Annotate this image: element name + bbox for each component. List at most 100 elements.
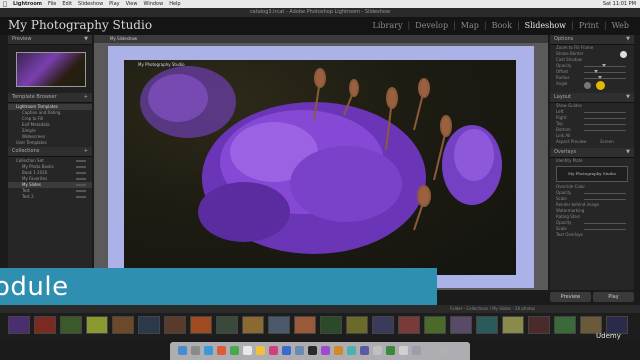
aspect-value[interactable]: Screen bbox=[600, 139, 614, 144]
module-map[interactable]: Map bbox=[458, 21, 482, 30]
slider-knob[interactable] bbox=[602, 64, 606, 67]
filmstrip-thumbnail[interactable] bbox=[86, 316, 108, 334]
calendar-icon[interactable] bbox=[243, 346, 252, 355]
play-button[interactable]: Play bbox=[593, 292, 634, 302]
module-develop[interactable]: Develop bbox=[412, 21, 451, 30]
music-icon[interactable] bbox=[269, 346, 278, 355]
cursor-highlight-icon bbox=[596, 81, 605, 90]
aspect-row[interactable]: Aspect Preview Screen bbox=[550, 139, 634, 145]
finder-icon[interactable] bbox=[178, 346, 187, 355]
notes-icon[interactable] bbox=[256, 346, 265, 355]
identity-plate-preview[interactable]: My Photography Studio bbox=[556, 166, 628, 182]
slider-track[interactable] bbox=[584, 199, 626, 200]
app-icon[interactable] bbox=[360, 346, 369, 355]
slider-track[interactable] bbox=[584, 130, 626, 131]
module-slideshow[interactable]: Slideshow bbox=[522, 21, 569, 30]
slider-track[interactable] bbox=[584, 118, 626, 119]
slider-track[interactable] bbox=[584, 193, 626, 194]
preview-header[interactable]: Preview ▼ bbox=[8, 35, 92, 45]
menu-slideshow[interactable]: Slideshow bbox=[75, 1, 106, 7]
filmstrip-thumbnail[interactable] bbox=[554, 316, 576, 334]
overlays-header[interactable]: Overlays ▼ bbox=[550, 148, 634, 158]
filmstrip-thumbnail[interactable] bbox=[398, 316, 420, 334]
collections-header[interactable]: Collections + bbox=[8, 147, 92, 157]
premiere-icon[interactable] bbox=[321, 346, 330, 355]
filmstrip-thumbnail[interactable] bbox=[34, 316, 56, 334]
app-icon[interactable] bbox=[386, 346, 395, 355]
slider-track[interactable] bbox=[584, 72, 626, 73]
filmstrip-thumbnail[interactable] bbox=[216, 316, 238, 334]
filmstrip-thumbnail[interactable] bbox=[502, 316, 524, 334]
menu-help[interactable]: Help bbox=[166, 1, 183, 7]
slider-track[interactable] bbox=[584, 229, 626, 230]
slider-knob[interactable] bbox=[598, 76, 602, 79]
terminal-icon[interactable] bbox=[308, 346, 317, 355]
menu-play[interactable]: Play bbox=[106, 1, 122, 7]
filmstrip-thumbnail[interactable] bbox=[60, 316, 82, 334]
chrome-icon[interactable] bbox=[217, 346, 226, 355]
filmstrip-thumbnail[interactable] bbox=[528, 316, 550, 334]
apple-menu-icon[interactable]:  bbox=[0, 1, 10, 8]
lightroom-icon[interactable] bbox=[295, 346, 304, 355]
angle-row[interactable]: Angle bbox=[550, 81, 634, 90]
filmstrip-thumbnail[interactable] bbox=[320, 316, 342, 334]
menu-app-name[interactable]: Lightroom bbox=[10, 1, 45, 7]
template-folder-user[interactable]: User Templates bbox=[8, 140, 92, 146]
messages-icon[interactable] bbox=[230, 346, 239, 355]
preview-button[interactable]: Preview bbox=[550, 292, 591, 302]
menu-view[interactable]: View bbox=[123, 1, 141, 7]
launchpad-icon[interactable] bbox=[191, 346, 200, 355]
module-library[interactable]: Library bbox=[370, 21, 406, 30]
menu-file[interactable]: File bbox=[45, 1, 59, 7]
collapse-triangle-icon[interactable]: ▼ bbox=[84, 35, 88, 44]
layout-header[interactable]: Layout ▼ bbox=[550, 93, 634, 103]
filmstrip-thumbnail[interactable] bbox=[450, 316, 472, 334]
filmstrip-status[interactable]: Folder - Collections / My Slides - 26 ph… bbox=[450, 306, 535, 311]
menu-window[interactable]: Window bbox=[140, 1, 166, 7]
option-label: Render behind image bbox=[556, 202, 599, 207]
module-print[interactable]: Print bbox=[576, 21, 602, 30]
filmstrip-thumbnail[interactable] bbox=[268, 316, 290, 334]
folder-icon[interactable] bbox=[399, 346, 408, 355]
option-row[interactable]: Text Overlays bbox=[550, 232, 634, 238]
angle-dial-icon[interactable] bbox=[584, 82, 591, 89]
filmstrip-thumbnail[interactable] bbox=[242, 316, 264, 334]
safari-icon[interactable] bbox=[204, 346, 213, 355]
options-header[interactable]: Options ▼ bbox=[550, 35, 634, 45]
plus-icon[interactable]: + bbox=[84, 93, 88, 102]
collection-item[interactable]: Test 2 bbox=[8, 194, 92, 200]
slider-track[interactable] bbox=[584, 112, 626, 113]
trash-icon[interactable] bbox=[440, 346, 449, 355]
preferences-icon[interactable] bbox=[373, 346, 382, 355]
filmstrip-thumbnail[interactable] bbox=[190, 316, 212, 334]
slider-track[interactable] bbox=[584, 78, 626, 79]
filmstrip-thumbnail[interactable] bbox=[294, 316, 316, 334]
filmstrip-thumbnail[interactable] bbox=[8, 316, 30, 334]
slider-track[interactable] bbox=[584, 124, 626, 125]
filmstrip-thumbnail[interactable] bbox=[346, 316, 368, 334]
filmstrip-thumbnail[interactable] bbox=[476, 316, 498, 334]
module-separator: | bbox=[483, 21, 487, 30]
collapse-triangle-icon[interactable]: ▼ bbox=[626, 93, 630, 102]
slide-identity-overlay[interactable]: My Photography Studio bbox=[138, 62, 185, 67]
downloads-icon[interactable] bbox=[412, 346, 421, 355]
app-icon[interactable] bbox=[347, 346, 356, 355]
photoshop-icon[interactable] bbox=[282, 346, 291, 355]
filmstrip-thumbnail[interactable] bbox=[372, 316, 394, 334]
module-separator: | bbox=[407, 21, 411, 30]
template-browser-header[interactable]: Template Browser + bbox=[8, 93, 92, 103]
collapse-triangle-icon[interactable]: ▼ bbox=[626, 148, 630, 157]
option-row[interactable]: Identity Plate bbox=[550, 158, 634, 164]
illustrator-icon[interactable] bbox=[334, 346, 343, 355]
filmstrip-thumbnail[interactable] bbox=[424, 316, 446, 334]
collapse-triangle-icon[interactable]: ▼ bbox=[626, 35, 630, 44]
plus-icon[interactable]: + bbox=[84, 147, 88, 156]
menu-edit[interactable]: Edit bbox=[59, 1, 75, 7]
filmstrip-thumbnail[interactable] bbox=[164, 316, 186, 334]
slider-track[interactable] bbox=[584, 223, 626, 224]
module-web[interactable]: Web bbox=[609, 21, 632, 30]
filmstrip-thumbnail[interactable] bbox=[112, 316, 134, 334]
module-book[interactable]: Book bbox=[489, 21, 515, 30]
filmstrip-thumbnail[interactable] bbox=[138, 316, 160, 334]
slider-knob[interactable] bbox=[594, 70, 598, 73]
